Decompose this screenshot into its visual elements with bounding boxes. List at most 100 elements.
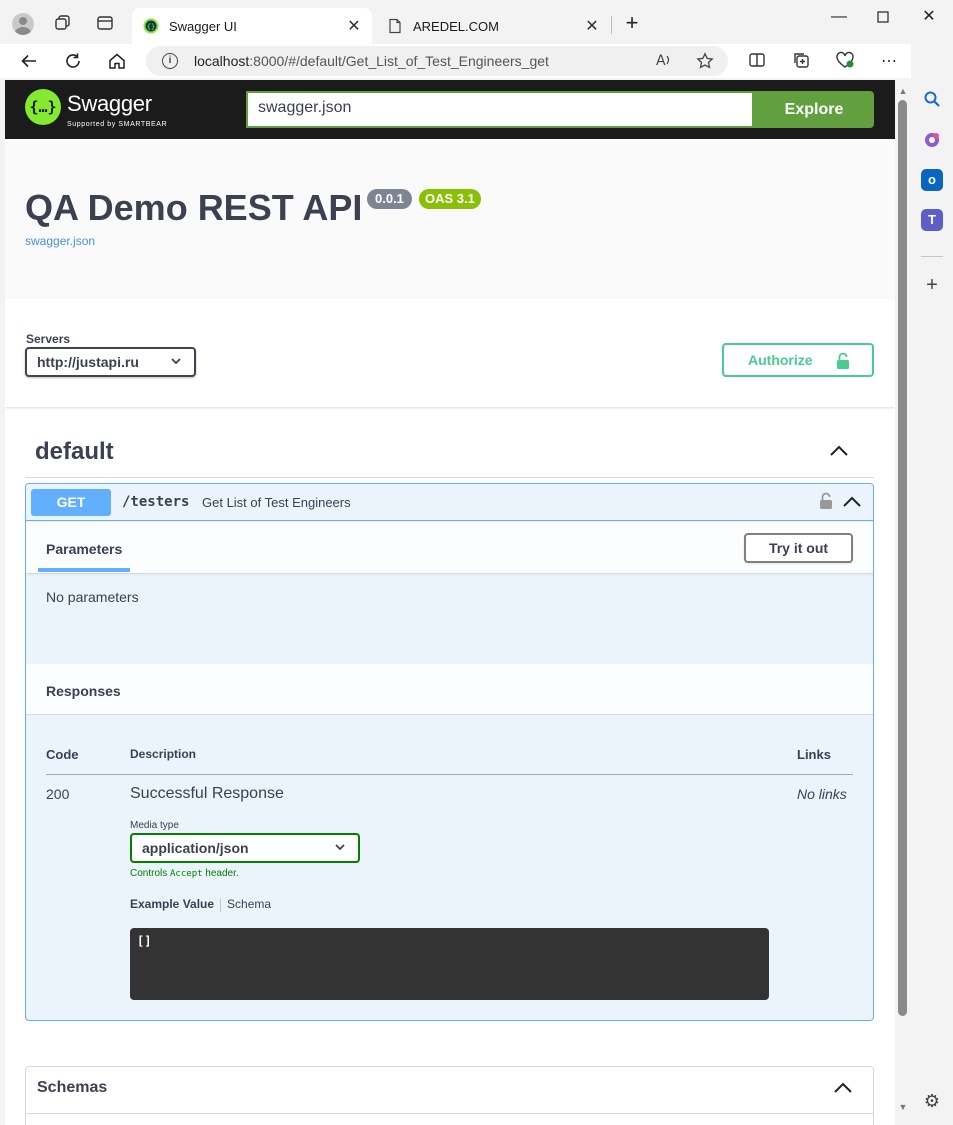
authorize-label: Authorize <box>748 352 813 368</box>
tab-divider <box>220 897 222 912</box>
tab-separator <box>611 16 612 34</box>
chevron-up-icon[interactable] <box>842 495 862 509</box>
schemas-section[interactable]: Schemas <box>25 1066 874 1125</box>
servers-select[interactable]: http://justapi.ru <box>25 347 196 377</box>
chevron-up-icon[interactable] <box>829 444 849 458</box>
example-tabs: Example Value Schema <box>130 897 271 912</box>
refresh-icon[interactable] <box>62 50 84 72</box>
address-bar[interactable]: i localhost:8000/#/default/Get_List_of_T… <box>146 46 728 76</box>
minimize-icon[interactable]: — <box>824 6 854 28</box>
home-icon[interactable] <box>106 50 128 72</box>
tab-actions-icon[interactable] <box>96 14 114 32</box>
search-icon[interactable] <box>921 90 943 112</box>
swagger-brand-sub: Supported by SMARTBEAR <box>67 121 168 128</box>
responses-title: Responses <box>46 683 121 699</box>
tab-schema[interactable]: Schema <box>227 897 271 911</box>
operation-summary[interactable]: GET /testers Get List of Test Engineers <box>26 484 873 521</box>
example-code-block[interactable]: [] <box>130 928 769 1000</box>
sidebar-settings-icon[interactable]: ⚙ <box>921 1090 943 1112</box>
read-aloud-icon[interactable]: A <box>656 52 674 72</box>
swagger-brand[interactable]: Swagger <box>67 91 152 117</box>
close-window-icon[interactable]: ✕ <box>914 6 944 28</box>
new-tab-icon[interactable]: + <box>621 12 643 34</box>
chevron-down-icon <box>170 352 182 373</box>
chevron-down-icon <box>334 838 346 859</box>
tag-section-header[interactable]: default <box>25 423 874 478</box>
media-type-select[interactable]: application/json <box>130 833 360 863</box>
api-info: QA Demo REST API 0.0.1 OAS 3.1 swagger.j… <box>5 139 895 299</box>
controls-accept-note: Controls Accept header. <box>130 868 239 879</box>
controls-code: Accept <box>170 869 203 879</box>
lock-icon[interactable] <box>819 492 833 510</box>
media-type-value: application/json <box>142 840 249 856</box>
profile-avatar-icon[interactable] <box>12 13 34 35</box>
response-code: 200 <box>46 786 70 802</box>
copilot-apps-icon[interactable] <box>921 130 943 152</box>
close-tab-icon[interactable]: ✕ <box>582 16 602 36</box>
favorite-star-icon[interactable] <box>696 52 714 74</box>
browser-tab-bar: {} Swagger UI ✕ AREDEL.COM ✕ + — ✕ <box>0 0 953 44</box>
edge-sidebar: o T + ⚙ <box>911 44 953 1125</box>
add-sidebar-app-icon[interactable]: + <box>921 274 943 296</box>
servers-selected: http://justapi.ru <box>37 354 139 370</box>
sidebar-divider <box>921 256 943 257</box>
svg-text:A: A <box>656 53 666 68</box>
col-code: Code <box>46 747 79 762</box>
page-viewport: {…} Swagger Supported by SMARTBEAR swagg… <box>5 80 895 1125</box>
col-description: Description <box>130 747 197 761</box>
operation-path: /testers <box>122 494 190 510</box>
page-scrollbar[interactable]: ▲ ▼ <box>895 80 911 1125</box>
teams-icon[interactable]: T <box>921 209 943 231</box>
browser-essentials-icon[interactable] <box>834 51 856 73</box>
maximize-icon[interactable] <box>868 6 898 28</box>
parameters-header: Parameters Try it out <box>26 522 873 574</box>
tab-parameters[interactable]: Parameters <box>38 522 130 572</box>
back-icon[interactable] <box>18 50 40 72</box>
swagger-topbar: {…} Swagger Supported by SMARTBEAR swagg… <box>5 80 895 139</box>
outlook-icon[interactable]: o <box>921 169 943 191</box>
servers-label: Servers <box>26 332 71 346</box>
no-parameters-text: No parameters <box>46 589 139 605</box>
method-badge: GET <box>31 489 111 516</box>
browser-toolbar: i localhost:8000/#/default/Get_List_of_T… <box>0 44 953 78</box>
spec-url-input[interactable]: swagger.json <box>246 91 754 128</box>
workspaces-icon[interactable] <box>54 14 72 32</box>
tab-swagger-ui[interactable]: {} Swagger UI ✕ <box>132 8 372 44</box>
api-title: QA Demo REST API <box>25 187 363 228</box>
swagger-logo-icon[interactable]: {…} <box>25 89 61 125</box>
authorize-button[interactable]: Authorize <box>722 343 874 377</box>
scroll-down-arrow-icon[interactable]: ▼ <box>898 1102 908 1112</box>
unlock-icon <box>836 352 850 369</box>
tag-name: default <box>35 438 114 465</box>
url-path: :8000/#/default/Get_List_of_Test_Enginee… <box>249 53 549 69</box>
tab-example-value[interactable]: Example Value <box>130 897 214 911</box>
oas-badge: OAS 3.1 <box>419 189 481 209</box>
tab-aredel[interactable]: AREDEL.COM ✕ <box>376 8 610 44</box>
responses-header: Responses <box>26 664 873 715</box>
controls-prefix: Controls <box>130 868 171 879</box>
scroll-up-arrow-icon[interactable]: ▲ <box>898 86 908 96</box>
media-type-label: Media type <box>130 820 179 831</box>
url-host: localhost <box>194 53 250 69</box>
col-links: Links <box>797 747 831 762</box>
page-favicon-icon <box>387 18 403 34</box>
collections-icon[interactable] <box>790 51 812 73</box>
spec-link[interactable]: swagger.json <box>25 234 95 248</box>
chevron-up-icon[interactable] <box>833 1081 853 1095</box>
schemas-title: Schemas <box>37 1079 108 1096</box>
site-info-icon[interactable]: i <box>162 53 178 69</box>
close-tab-icon[interactable]: ✕ <box>344 16 364 36</box>
tab-title: Swagger UI <box>169 18 237 34</box>
url-text[interactable]: localhost:8000/#/default/Get_List_of_Tes… <box>194 53 549 69</box>
scroll-thumb[interactable] <box>898 100 907 1016</box>
settings-more-icon[interactable]: ⋯ <box>878 51 900 73</box>
explore-button[interactable]: Explore <box>754 91 874 128</box>
try-it-out-button[interactable]: Try it out <box>744 533 853 563</box>
split-screen-icon[interactable] <box>746 51 768 73</box>
operation-summary-text: Get List of Test Engineers <box>202 495 351 510</box>
tab-title: AREDEL.COM <box>413 18 499 34</box>
version-badge: 0.0.1 <box>367 189 412 209</box>
response-links: No links <box>797 786 847 802</box>
servers-section: Servers http://justapi.ru Authorize <box>5 299 895 407</box>
schemas-divider <box>26 1113 873 1114</box>
